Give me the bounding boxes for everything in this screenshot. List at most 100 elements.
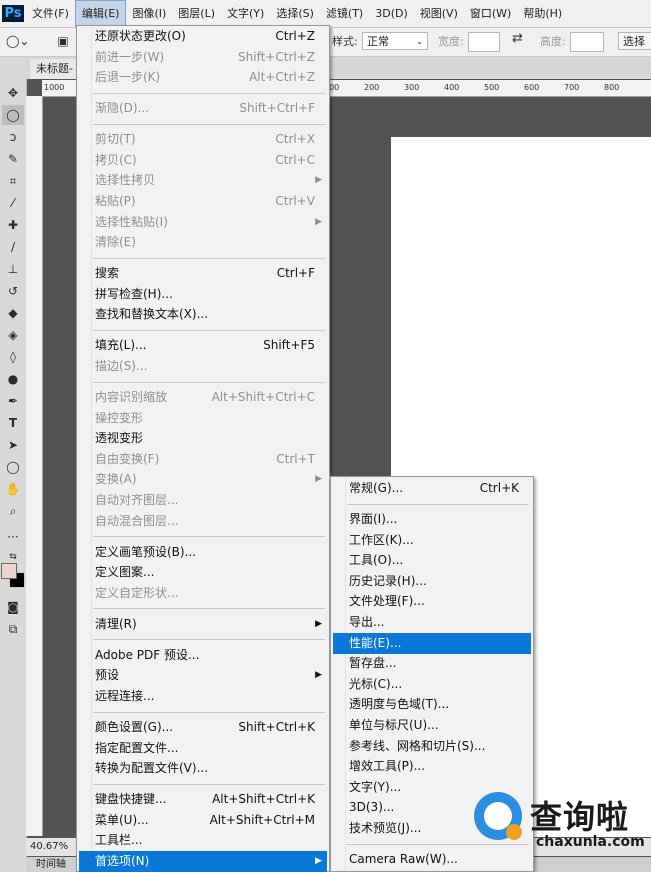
swap-icon[interactable]: ⇄ <box>512 31 523 46</box>
menu-item[interactable]: 常规(G)... Ctrl+K <box>333 478 531 499</box>
dodge-tool-icon[interactable]: ● <box>2 369 24 389</box>
menu-item[interactable]: 自由变换(F) Ctrl+T <box>79 449 327 470</box>
menu-item[interactable]: 拼写检查(H)... <box>79 284 327 305</box>
menu-item[interactable]: 自动对齐图层... <box>79 490 327 511</box>
menu-item[interactable]: 增效工具(P)... <box>333 756 531 777</box>
width-field[interactable] <box>468 32 500 52</box>
menu-item[interactable]: 文件处理(F)... <box>333 591 531 612</box>
type-tool-icon[interactable]: T <box>2 413 24 433</box>
menu-item[interactable]: 工具(O)... <box>333 550 531 571</box>
menu-item[interactable]: 首选项(N) ▶ <box>79 851 327 872</box>
menu-item[interactable]: 清除(E) <box>79 232 327 253</box>
menu-item[interactable]: 自动混合图层... <box>79 511 327 532</box>
menu-1[interactable]: 编辑(E) <box>74 0 127 27</box>
menu-item[interactable]: 操控变形 <box>79 408 327 429</box>
menu-item[interactable]: 透视变形 <box>79 428 327 449</box>
menu-item[interactable]: 定义画笔预设(B)... <box>79 542 327 563</box>
menu-item[interactable]: 历史记录(H)... <box>333 571 531 592</box>
eyedropper-tool-icon[interactable]: ⁄ <box>2 193 24 213</box>
style-select[interactable]: 正常 ⌄ <box>362 32 428 50</box>
ellipse-marquee-option-icon[interactable]: ◯⌄ <box>6 31 29 51</box>
menu-item[interactable]: 剪切(T) Ctrl+X <box>79 129 327 150</box>
new-selection-icon[interactable]: ▣ <box>52 31 74 51</box>
color-swatches[interactable] <box>1 563 25 589</box>
menu-item[interactable]: 拷贝(C) Ctrl+C <box>79 150 327 171</box>
menu-item[interactable]: 前进一步(W) Shift+Ctrl+Z <box>79 47 327 68</box>
menu-item[interactable]: 参考线、网格和切片(S)... <box>333 736 531 757</box>
menu-item[interactable]: 颜色设置(G)... Shift+Ctrl+K <box>79 717 327 738</box>
foreground-color-swatch[interactable] <box>1 563 17 579</box>
shape-tool-icon[interactable]: ◯ <box>2 457 24 477</box>
menu-item[interactable]: 查找和替换文本(X)... <box>79 304 327 325</box>
zoom-tool-icon[interactable]: ⌕ <box>2 501 24 521</box>
menu-item[interactable]: 定义自定形状... <box>79 583 327 604</box>
menu-2[interactable]: 图像(I) <box>126 0 172 27</box>
menu-item[interactable]: 菜单(U)... Alt+Shift+Ctrl+M <box>79 810 327 831</box>
menu-7[interactable]: 3D(D) <box>369 0 414 27</box>
menu-item-label: 单位与标尺(U)... <box>349 718 439 732</box>
menu-item[interactable]: 描边(S)... <box>79 356 327 377</box>
pen-tool-icon[interactable]: ✒ <box>2 391 24 411</box>
menu-item[interactable]: 还原状态更改(O) Ctrl+Z <box>79 26 327 47</box>
menu-item[interactable]: 指定配置文件... <box>79 738 327 759</box>
menu-item[interactable]: 搜索 Ctrl+F <box>79 263 327 284</box>
crop-tool-icon[interactable]: ⌗ <box>2 171 24 191</box>
menu-item[interactable]: 定义图案... <box>79 562 327 583</box>
menu-item[interactable]: 远程连接... <box>79 686 327 707</box>
menu-item[interactable]: 单位与标尺(U)... <box>333 715 531 736</box>
menu-item[interactable]: 填充(L)... Shift+F5 <box>79 335 327 356</box>
move-tool-icon[interactable]: ✥ <box>2 83 24 103</box>
zoom-level[interactable]: 40.67% <box>30 841 68 852</box>
menu-item[interactable]: 暂存盘... <box>333 653 531 674</box>
photoshop-logo: Ps <box>0 0 26 27</box>
menu-item[interactable]: Adobe PDF 预设... <box>79 645 327 666</box>
hand-tool-icon[interactable]: ✋ <box>2 479 24 499</box>
stamp-tool-icon[interactable]: ⊥ <box>2 259 24 279</box>
ellipse-marquee-tool-icon[interactable]: ◯ <box>2 105 24 125</box>
history-brush-tool-icon[interactable]: ↺ <box>2 281 24 301</box>
blur-tool-icon[interactable]: ◊ <box>2 347 24 367</box>
menu-item[interactable]: 工具栏... <box>79 830 327 851</box>
menu-6[interactable]: 滤镜(T) <box>320 0 369 27</box>
menu-item[interactable]: 选择性拷贝 ▶ <box>79 170 327 191</box>
ruler-tick-label: 400 <box>444 83 460 92</box>
menu-item[interactable]: 性能(E)... <box>333 632 531 654</box>
quick-select-tool-icon[interactable]: ✎ <box>2 149 24 169</box>
menu-item[interactable]: 转换为配置文件(V)... <box>79 758 327 779</box>
menu-item[interactable]: 预设 ▶ <box>79 665 327 686</box>
menu-9[interactable]: 窗口(W) <box>464 0 517 27</box>
menu-item[interactable]: 光标(C)... <box>333 674 531 695</box>
menu-item[interactable]: 内容识别缩放 Alt+Shift+Ctrl+C <box>79 387 327 408</box>
screen-mode-icon[interactable]: ⧉ <box>2 619 24 639</box>
menu-4[interactable]: 文字(Y) <box>221 0 270 27</box>
menu-item[interactable]: 变换(A) ▶ <box>79 469 327 490</box>
menu-item-label: 预设 <box>95 668 120 683</box>
menu-item[interactable]: 透明度与色域(T)... <box>333 694 531 715</box>
eraser-tool-icon[interactable]: ◆ <box>2 303 24 323</box>
quick-mask-icon[interactable]: ◙ <box>2 597 24 617</box>
menu-item[interactable]: 界面(I)... <box>333 509 531 530</box>
menu-5[interactable]: 选择(S) <box>270 0 320 27</box>
menu-0[interactable]: 文件(F) <box>26 0 75 27</box>
menu-item[interactable]: 清理(R) ▶ <box>79 614 327 635</box>
lasso-tool-icon[interactable]: ↄ <box>2 127 24 147</box>
menu-10[interactable]: 帮助(H) <box>517 0 568 27</box>
more-tools-icon[interactable]: ··· <box>2 527 24 547</box>
select-and-mask-button[interactable]: 选择 <box>618 32 651 50</box>
menu-item[interactable]: 粘贴(P) Ctrl+V <box>79 191 327 212</box>
menu-item[interactable]: 工作区(K)... <box>333 530 531 551</box>
path-select-tool-icon[interactable]: ➤ <box>2 435 24 455</box>
menu-item[interactable]: 后退一步(K) Alt+Ctrl+Z <box>79 67 327 88</box>
menu-item-shortcut: Alt+Ctrl+Z <box>249 70 315 85</box>
menu-3[interactable]: 图层(L) <box>172 0 221 27</box>
menu-item[interactable]: 键盘快捷键... Alt+Shift+Ctrl+K <box>79 789 327 810</box>
menu-item[interactable]: 导出... <box>333 612 531 633</box>
document-tab[interactable]: 未标题- <box>30 59 79 79</box>
paint-bucket-tool-icon[interactable]: ◈ <box>2 325 24 345</box>
menu-item[interactable]: 渐隐(D)... Shift+Ctrl+F <box>79 98 327 119</box>
menu-8[interactable]: 视图(V) <box>414 0 464 27</box>
brush-tool-icon[interactable]: ∕ <box>2 237 24 257</box>
height-field[interactable] <box>570 32 604 52</box>
healing-brush-tool-icon[interactable]: ✚ <box>2 215 24 235</box>
menu-item[interactable]: 选择性粘贴(I) ▶ <box>79 212 327 233</box>
